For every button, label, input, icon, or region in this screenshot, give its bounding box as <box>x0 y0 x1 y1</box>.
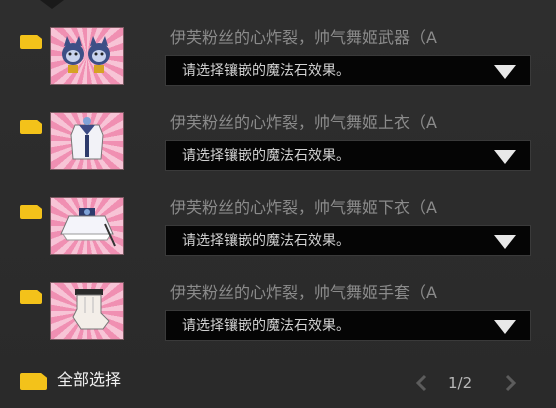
dancer-skirt-icon <box>60 208 116 247</box>
select-value: 请选择镶嵌的魔法石效果。 <box>182 63 350 79</box>
select-all-label[interactable]: 全部选择 <box>57 368 121 392</box>
dropdown-arrow-icon[interactable] <box>494 235 516 249</box>
list-item: 伊芙粉丝的心炸裂，帅气舞姬武器（A 请选择镶嵌的魔法石效果。 <box>0 27 556 97</box>
item-name: 伊芙粉丝的心炸裂，帅气舞姬手套（A <box>170 283 437 302</box>
cat-gloves-weapon-icon <box>62 36 110 73</box>
select-value: 请选择镶嵌的魔法石效果。 <box>182 318 350 334</box>
item-name: 伊芙粉丝的心炸裂，帅气舞姬上衣（A <box>170 113 437 132</box>
dancer-top-icon <box>70 117 104 160</box>
select-all-checkbox[interactable] <box>20 373 47 390</box>
item-thumbnail[interactable] <box>50 282 124 340</box>
chevron-left-icon[interactable] <box>412 373 432 393</box>
item-checkbox[interactable] <box>20 120 42 134</box>
magic-stone-select[interactable]: 请选择镶嵌的魔法石效果。 <box>165 225 531 256</box>
dropdown-arrow-icon[interactable] <box>494 150 516 164</box>
dropdown-arrow-icon[interactable] <box>494 320 516 334</box>
magic-stone-select[interactable]: 请选择镶嵌的魔法石效果。 <box>165 55 531 86</box>
magic-stone-select[interactable]: 请选择镶嵌的魔法石效果。 <box>165 310 531 341</box>
item-thumbnail[interactable] <box>50 112 124 170</box>
select-value: 请选择镶嵌的魔法石效果。 <box>182 233 350 249</box>
item-checkbox[interactable] <box>20 35 42 49</box>
list-item: 伊芙粉丝的心炸裂，帅气舞姬上衣（A 请选择镶嵌的魔法石效果。 <box>0 112 556 182</box>
dancer-glove-icon <box>72 289 110 330</box>
list-item: 伊芙粉丝的心炸裂，帅气舞姬下衣（A 请选择镶嵌的魔法石效果。 <box>0 197 556 267</box>
list-item: 伊芙粉丝的心炸裂，帅气舞姬手套（A 请选择镶嵌的魔法石效果。 <box>0 282 556 352</box>
chevron-right-icon[interactable] <box>500 373 520 393</box>
item-checkbox[interactable] <box>20 290 42 304</box>
item-name: 伊芙粉丝的心炸裂，帅气舞姬下衣（A <box>170 198 437 217</box>
magic-stone-select[interactable]: 请选择镶嵌的魔法石效果。 <box>165 140 531 171</box>
item-thumbnail[interactable] <box>50 27 124 85</box>
item-list-panel: 伊芙粉丝的心炸裂，帅气舞姬武器（A 请选择镶嵌的魔法石效果。 伊芙粉丝的心炸裂，… <box>0 0 556 408</box>
page-indicator: 1/2 <box>448 374 473 392</box>
select-value: 请选择镶嵌的魔法石效果。 <box>182 148 350 164</box>
panel-top-notch <box>40 0 64 9</box>
dropdown-arrow-icon[interactable] <box>494 65 516 79</box>
item-checkbox[interactable] <box>20 205 42 219</box>
item-name: 伊芙粉丝的心炸裂，帅气舞姬武器（A <box>170 28 437 47</box>
item-thumbnail[interactable] <box>50 197 124 255</box>
